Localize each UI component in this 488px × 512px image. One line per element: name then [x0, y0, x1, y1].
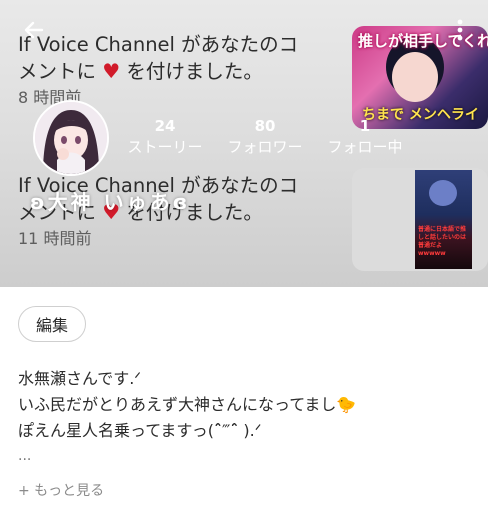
- notification-text-part: メントに: [18, 60, 97, 83]
- thumbnail-character: [392, 52, 438, 102]
- edit-profile-button[interactable]: 編集: [18, 306, 86, 342]
- stat-label: フォロワー: [227, 138, 303, 156]
- stat-following[interactable]: 1 フォロー中: [317, 117, 413, 159]
- chick-emoji-icon: 🐤: [336, 395, 357, 414]
- avatar-illustration: [35, 102, 107, 174]
- stat-value: 24: [154, 117, 176, 135]
- stat-stories[interactable]: 24 ストーリー: [117, 117, 213, 159]
- stat-followers[interactable]: 80 フォロワー: [217, 117, 313, 159]
- avatar[interactable]: [33, 100, 109, 176]
- heart-icon: ♥: [102, 59, 121, 83]
- stat-label: フォロー中: [327, 138, 403, 156]
- notification-text-line2: メントに ♥ を付けました。: [18, 58, 348, 85]
- thumbnail-caption: 普通に日本語で推しと話したいのは 普通だよwwwww: [418, 226, 467, 257]
- stat-value: 80: [254, 117, 276, 135]
- show-more-link[interactable]: + もっと見る: [18, 480, 104, 500]
- stat-value: 1: [359, 117, 371, 135]
- bio-line: ぽえん星人名乗ってますっ(ˆ̑‴ˆ̑ ).ᐟ: [18, 421, 262, 440]
- bio-text: いふ民だがとりあえず大神さんになってまし: [18, 395, 337, 414]
- notification-time: 11 時間前: [18, 229, 92, 248]
- bio: 水無瀬さんです.ᐟ いふ民だがとりあえず大神さんになってまし🐤 ぽえん星人名乗っ…: [18, 366, 356, 444]
- notification-text-line1: If Voice Channel があなたのコ: [18, 33, 299, 56]
- stat-label: ストーリー: [127, 138, 203, 156]
- bio-line: 水無瀬さんです.ᐟ: [18, 369, 142, 388]
- bio-line: いふ民だがとりあえず大神さんになってまし🐤: [18, 392, 356, 418]
- notification-item[interactable]: If Voice Channel があなたのコ メントに ♥ を付けました。 8…: [18, 31, 348, 109]
- more-vertical-icon[interactable]: [450, 16, 470, 44]
- profile-header: If Voice Channel があなたのコ メントに ♥ を付けました。 8…: [0, 0, 488, 287]
- username: ʚ大神 いゅあɞ: [30, 190, 191, 214]
- back-arrow-icon[interactable]: [22, 18, 46, 42]
- notification-text-part: を付けました。: [126, 60, 263, 83]
- thumbnail-image: 普通に日本語で推しと話したいのは 普通だよwwwww: [415, 170, 472, 269]
- thumbnail-character: [429, 180, 457, 206]
- notification-thumbnail[interactable]: 普通に日本語で推しと話したいのは 普通だよwwwww: [352, 168, 488, 271]
- bio-ellipsis: ...: [18, 448, 32, 464]
